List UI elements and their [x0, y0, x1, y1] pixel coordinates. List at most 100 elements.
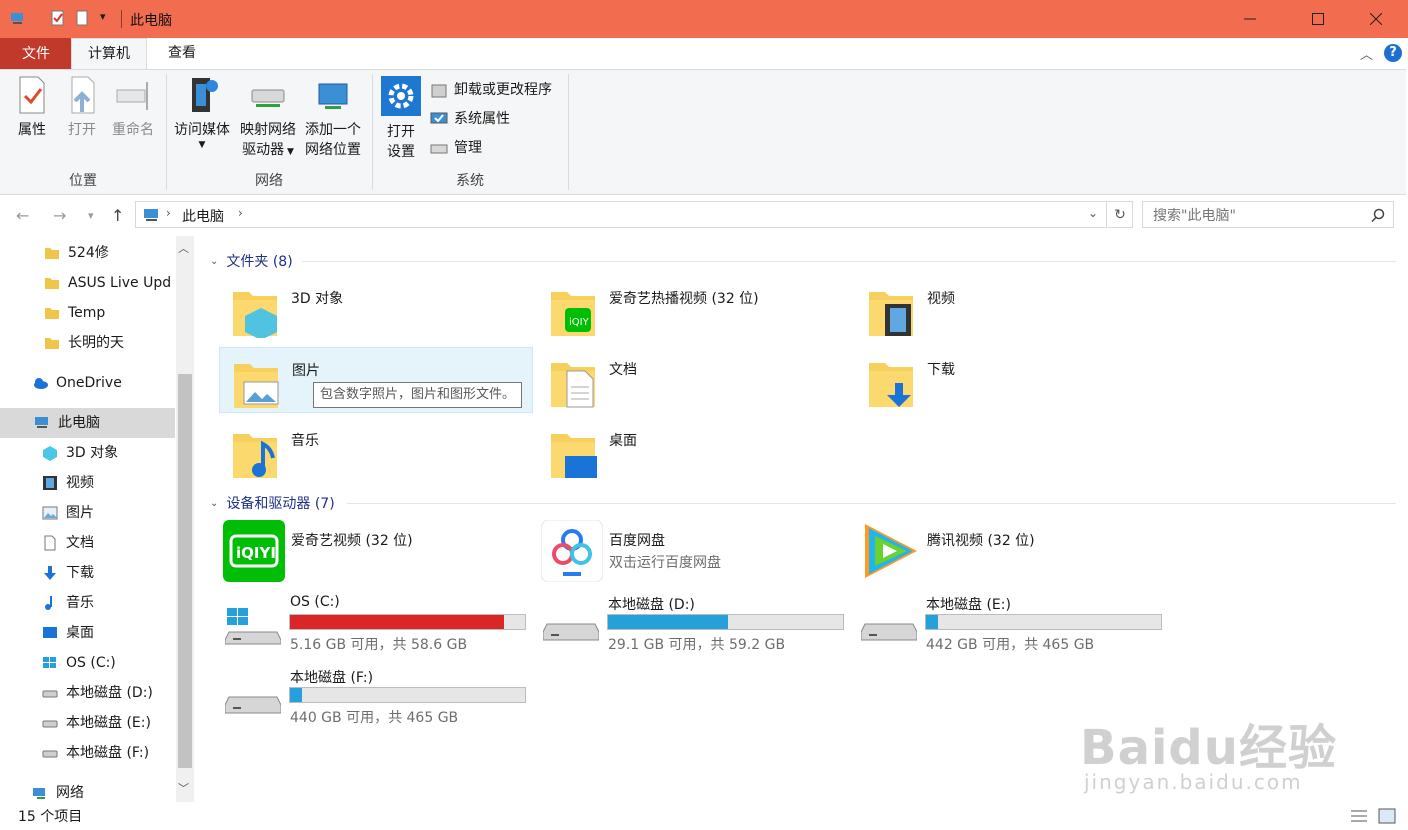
open-button[interactable]: 打开 [60, 76, 104, 140]
collapse-chevron-icon: ⌄ [210, 497, 219, 509]
breadcrumb-this-pc[interactable]: 此电脑 [182, 206, 224, 226]
folder-3d-icon [233, 292, 277, 338]
properties-label: 属性 [18, 122, 46, 138]
drive-space-info: 29.1 GB 可用，共 59.2 GB [608, 637, 786, 653]
folder-tile-3d-objects[interactable]: 3D 对象 [219, 276, 533, 342]
search-box[interactable] [1142, 201, 1394, 228]
customize-quick-access-icon[interactable]: ▾ [100, 10, 106, 23]
folder-icon [45, 248, 59, 259]
drive-tile-d[interactable]: 本地磁盘 (D:) 29.1 GB 可用，共 59.2 GB [537, 590, 851, 654]
scroll-up-icon[interactable]: ︿ [178, 240, 189, 256]
nav-scrollbar[interactable]: ︿ ﹀ [176, 236, 194, 802]
nav-item-this-pc[interactable]: 此电脑 [0, 408, 175, 438]
ribbon-tabs: 文件 计算机 查看 ︿ ? [0, 38, 1408, 70]
rename-button[interactable]: 重命名 [106, 76, 160, 140]
access-media-button[interactable]: 访问媒体 ▼ [170, 76, 234, 150]
nav-item-3d-objects[interactable]: 3D 对象 [0, 438, 175, 468]
folder-tile-documents[interactable]: 文档 [537, 347, 851, 413]
nav-item-network[interactable]: 网络 [0, 778, 175, 802]
nav-item-drive-e[interactable]: 本地磁盘 (E:) [0, 708, 175, 738]
scroll-down-icon[interactable]: ﹀ [178, 780, 189, 796]
app-tile-iqiyi[interactable]: iQIYI 爱奇艺视频 (32 位) [219, 518, 533, 584]
properties-quick-icon[interactable] [50, 10, 66, 26]
add-network-location-button[interactable]: 添加一个 网络位置 [300, 76, 366, 160]
up-arrow-icon[interactable]: ↑ [111, 206, 124, 225]
drive-tile-c[interactable]: OS (C:) 5.16 GB 可用，共 58.6 GB [219, 590, 533, 654]
music-note-icon [45, 596, 52, 610]
tab-file[interactable]: 文件 [0, 38, 72, 70]
refresh-button[interactable]: ↻ [1108, 201, 1133, 228]
nav-item-videos[interactable]: 视频 [0, 468, 175, 498]
nav-item-documents[interactable]: 文档 [0, 528, 175, 558]
window-title: 此电脑 [130, 13, 172, 29]
section-divider [347, 503, 1396, 504]
manage-button[interactable]: 管理 [430, 136, 482, 160]
nav-item-folder[interactable]: Temp [0, 298, 175, 328]
search-input[interactable] [1151, 203, 1365, 228]
nav-item-drive-c[interactable]: OS (C:) [0, 648, 175, 678]
tab-computer[interactable]: 计算机 [71, 38, 147, 70]
nav-item-music[interactable]: 音乐 [0, 588, 175, 618]
collapse-ribbon-icon[interactable]: ︿ [1360, 44, 1373, 63]
folder-icon [45, 338, 59, 349]
map-network-label-1: 映射网络 [240, 122, 296, 138]
back-arrow-icon[interactable]: ← [16, 206, 29, 225]
nav-item-pictures[interactable]: 图片 [0, 498, 175, 528]
system-properties-button[interactable]: 系统属性 [430, 107, 510, 131]
folder-tile-music[interactable]: 音乐 [219, 418, 533, 484]
open-icon [71, 76, 95, 114]
access-media-label: 访问媒体 [174, 122, 230, 138]
folder-icon [45, 308, 59, 319]
devices-section-header[interactable]: ⌄ 设备和驱动器 (7) [210, 493, 335, 513]
large-icons-view-icon[interactable] [1378, 808, 1396, 824]
uninstall-program-button[interactable]: 卸载或更改程序 [430, 78, 552, 102]
nav-item-folder[interactable]: ASUS Live Upd [0, 268, 175, 298]
address-bar[interactable]: › 此电脑 › ⌄ [135, 201, 1107, 228]
maximize-button[interactable] [1295, 0, 1341, 38]
new-folder-quick-icon[interactable] [74, 10, 90, 26]
help-icon[interactable]: ? [1384, 44, 1402, 62]
forward-arrow-icon[interactable]: → [53, 206, 66, 225]
address-dropdown-icon[interactable]: ⌄ [1088, 206, 1098, 220]
nav-item-onedrive[interactable]: OneDrive [0, 368, 175, 398]
group-separator [568, 74, 569, 190]
open-settings-button[interactable]: 打开 设置 [378, 76, 424, 162]
watermark-brand: Baidu经验 [1080, 720, 1337, 776]
nav-item-drive-f[interactable]: 本地磁盘 (F:) [0, 738, 175, 768]
nav-item-folder[interactable]: 524修 [0, 238, 175, 268]
iqiyi-app-icon: iQIYI [223, 520, 285, 582]
nav-item-folder[interactable]: 长明的天 [0, 328, 175, 358]
folder-tile-desktop[interactable]: 桌面 [537, 418, 851, 484]
dropdown-arrow-icon: ▼ [284, 147, 294, 157]
tab-view[interactable]: 查看 [152, 38, 212, 68]
hard-drive-icon [42, 750, 58, 758]
details-view-icon[interactable] [1350, 808, 1368, 824]
close-button[interactable] [1353, 0, 1399, 38]
folder-tile-videos[interactable]: 视频 [855, 276, 1169, 342]
drive-tile-e[interactable]: 本地磁盘 (E:) 442 GB 可用，共 465 GB [855, 590, 1169, 654]
folder-tile-iqiyi-videos[interactable]: iQIY 爱奇艺热播视频 (32 位) [537, 276, 851, 342]
folders-section-header[interactable]: ⌄ 文件夹 (8) [210, 251, 293, 271]
dropdown-arrow-icon: ▼ [198, 140, 206, 150]
network-drive-icon [251, 89, 285, 107]
scrollbar-thumb[interactable] [178, 374, 192, 768]
minimize-button[interactable] [1227, 0, 1273, 38]
nav-item-desktop[interactable]: 桌面 [0, 618, 175, 648]
title-separator [121, 10, 122, 28]
folder-tile-downloads[interactable]: 下载 [855, 347, 1169, 413]
map-network-drive-button[interactable]: 映射网络 驱动器 ▼ [236, 76, 300, 162]
breadcrumb-chevron-icon[interactable]: › [238, 206, 243, 220]
recent-locations-icon[interactable]: ▾ [88, 209, 94, 222]
app-tile-baidu-netdisk[interactable]: 百度网盘 双击运行百度网盘 [537, 518, 851, 584]
folder-videos-icon [869, 292, 913, 336]
properties-button[interactable]: 属性 [10, 76, 54, 140]
drive-usage-bar [289, 614, 526, 630]
open-settings-label-1: 打开 [387, 124, 415, 140]
drive-space-info: 5.16 GB 可用，共 58.6 GB [290, 637, 468, 653]
breadcrumb-chevron-icon[interactable]: › [166, 206, 171, 220]
drive-tile-f[interactable]: 本地磁盘 (F:) 440 GB 可用，共 465 GB [219, 663, 533, 727]
navigation-pane: 524修 ASUS Live Upd Temp 长明的天 OneDrive 此电… [0, 236, 196, 802]
app-tile-tencent-video[interactable]: 腾讯视频 (32 位) [855, 518, 1169, 584]
nav-item-downloads[interactable]: 下载 [0, 558, 175, 588]
nav-item-drive-d[interactable]: 本地磁盘 (D:) [0, 678, 175, 708]
